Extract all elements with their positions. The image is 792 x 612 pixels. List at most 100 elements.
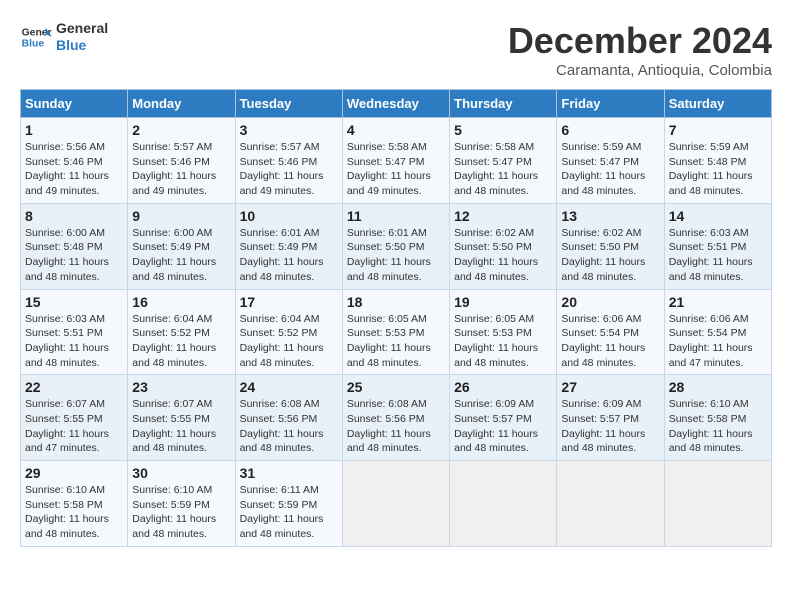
calendar-cell: 28 Sunrise: 6:10 AM Sunset: 5:58 PM Dayli…: [664, 375, 771, 461]
day-number: 12: [454, 208, 552, 224]
calendar-cell: 2 Sunrise: 5:57 AM Sunset: 5:46 PM Daylig…: [128, 118, 235, 204]
calendar-cell: 7 Sunrise: 5:59 AM Sunset: 5:48 PM Daylig…: [664, 118, 771, 204]
calendar-cell: 26 Sunrise: 6:09 AM Sunset: 5:57 PM Dayli…: [450, 375, 557, 461]
calendar-week-1: 1 Sunrise: 5:56 AM Sunset: 5:46 PM Daylig…: [21, 118, 772, 204]
calendar-cell: 13 Sunrise: 6:02 AM Sunset: 5:50 PM Dayli…: [557, 203, 664, 289]
calendar-cell: 18 Sunrise: 6:05 AM Sunset: 5:53 PM Dayli…: [342, 289, 449, 375]
day-number: 16: [132, 294, 230, 310]
calendar-cell: 16 Sunrise: 6:04 AM Sunset: 5:52 PM Dayli…: [128, 289, 235, 375]
calendar-cell: [664, 461, 771, 547]
day-info: Sunrise: 6:11 AM Sunset: 5:59 PM Dayligh…: [240, 483, 338, 542]
calendar-header-row: SundayMondayTuesdayWednesdayThursdayFrid…: [21, 90, 772, 118]
calendar-week-4: 22 Sunrise: 6:07 AM Sunset: 5:55 PM Dayli…: [21, 375, 772, 461]
column-header-saturday: Saturday: [664, 90, 771, 118]
day-number: 13: [561, 208, 659, 224]
day-info: Sunrise: 5:59 AM Sunset: 5:47 PM Dayligh…: [561, 140, 659, 199]
title-block: December 2024 Caramanta, Antioquia, Colo…: [508, 20, 772, 79]
logo-blue: Blue: [56, 37, 108, 54]
day-info: Sunrise: 6:02 AM Sunset: 5:50 PM Dayligh…: [454, 226, 552, 285]
day-info: Sunrise: 6:01 AM Sunset: 5:50 PM Dayligh…: [347, 226, 445, 285]
day-number: 23: [132, 379, 230, 395]
day-number: 31: [240, 465, 338, 481]
calendar-cell: 21 Sunrise: 6:06 AM Sunset: 5:54 PM Dayli…: [664, 289, 771, 375]
day-number: 10: [240, 208, 338, 224]
calendar-cell: 8Sunrise: 6:00 AM Sunset: 5:48 PM Daylig…: [21, 203, 128, 289]
day-number: 29: [25, 465, 123, 481]
calendar-cell: 31 Sunrise: 6:11 AM Sunset: 5:59 PM Dayli…: [235, 461, 342, 547]
day-info: Sunrise: 6:06 AM Sunset: 5:54 PM Dayligh…: [669, 312, 767, 371]
calendar-cell: 25Sunrise: 6:08 AM Sunset: 5:56 PM Dayli…: [342, 375, 449, 461]
calendar-cell: 15Sunrise: 6:03 AM Sunset: 5:51 PM Dayli…: [21, 289, 128, 375]
day-number: 26: [454, 379, 552, 395]
day-info: Sunrise: 6:10 AM Sunset: 5:58 PM Dayligh…: [25, 483, 123, 542]
day-number: 27: [561, 379, 659, 395]
day-number: 11: [347, 208, 445, 224]
day-info: Sunrise: 6:10 AM Sunset: 5:58 PM Dayligh…: [669, 397, 767, 456]
calendar-week-5: 29 Sunrise: 6:10 AM Sunset: 5:58 PM Dayli…: [21, 461, 772, 547]
day-number: 6: [561, 122, 659, 138]
day-number: 18: [347, 294, 445, 310]
day-info: Sunrise: 6:05 AM Sunset: 5:53 PM Dayligh…: [347, 312, 445, 371]
day-info: Sunrise: 6:08 AM Sunset: 5:56 PM Dayligh…: [347, 397, 445, 456]
day-number: 2: [132, 122, 230, 138]
day-info: Sunrise: 6:04 AM Sunset: 5:52 PM Dayligh…: [132, 312, 230, 371]
location-subtitle: Caramanta, Antioquia, Colombia: [508, 62, 772, 79]
day-info: Sunrise: 6:07 AM Sunset: 5:55 PM Dayligh…: [25, 397, 123, 456]
day-info: Sunrise: 6:02 AM Sunset: 5:50 PM Dayligh…: [561, 226, 659, 285]
calendar-week-2: 8Sunrise: 6:00 AM Sunset: 5:48 PM Daylig…: [21, 203, 772, 289]
calendar-cell: [450, 461, 557, 547]
day-number: 19: [454, 294, 552, 310]
svg-text:Blue: Blue: [22, 38, 45, 49]
day-info: Sunrise: 6:09 AM Sunset: 5:57 PM Dayligh…: [561, 397, 659, 456]
day-number: 30: [132, 465, 230, 481]
calendar-cell: 27 Sunrise: 6:09 AM Sunset: 5:57 PM Dayli…: [557, 375, 664, 461]
day-number: 14: [669, 208, 767, 224]
day-info: Sunrise: 6:09 AM Sunset: 5:57 PM Dayligh…: [454, 397, 552, 456]
day-info: Sunrise: 6:06 AM Sunset: 5:54 PM Dayligh…: [561, 312, 659, 371]
calendar-cell: 30 Sunrise: 6:10 AM Sunset: 5:59 PM Dayli…: [128, 461, 235, 547]
day-number: 9: [132, 208, 230, 224]
logo: General Blue General Blue: [20, 20, 108, 54]
day-number: 5: [454, 122, 552, 138]
column-header-monday: Monday: [128, 90, 235, 118]
day-info: Sunrise: 6:03 AM Sunset: 5:51 PM Dayligh…: [25, 312, 123, 371]
calendar-cell: 11 Sunrise: 6:01 AM Sunset: 5:50 PM Dayli…: [342, 203, 449, 289]
day-info: Sunrise: 6:01 AM Sunset: 5:49 PM Dayligh…: [240, 226, 338, 285]
day-number: 28: [669, 379, 767, 395]
calendar-table: SundayMondayTuesdayWednesdayThursdayFrid…: [20, 89, 772, 547]
day-number: 17: [240, 294, 338, 310]
day-info: Sunrise: 5:59 AM Sunset: 5:48 PM Dayligh…: [669, 140, 767, 199]
day-info: Sunrise: 6:07 AM Sunset: 5:55 PM Dayligh…: [132, 397, 230, 456]
day-number: 22: [25, 379, 123, 395]
day-number: 4: [347, 122, 445, 138]
calendar-cell: 12 Sunrise: 6:02 AM Sunset: 5:50 PM Dayli…: [450, 203, 557, 289]
day-number: 8: [25, 208, 123, 224]
day-number: 24: [240, 379, 338, 395]
calendar-cell: 5 Sunrise: 5:58 AM Sunset: 5:47 PM Daylig…: [450, 118, 557, 204]
day-info: Sunrise: 5:56 AM Sunset: 5:46 PM Dayligh…: [25, 140, 123, 199]
day-number: 7: [669, 122, 767, 138]
calendar-cell: 17 Sunrise: 6:04 AM Sunset: 5:52 PM Dayli…: [235, 289, 342, 375]
day-info: Sunrise: 5:57 AM Sunset: 5:46 PM Dayligh…: [132, 140, 230, 199]
calendar-cell: 23 Sunrise: 6:07 AM Sunset: 5:55 PM Dayli…: [128, 375, 235, 461]
calendar-cell: 9Sunrise: 6:00 AM Sunset: 5:49 PM Daylig…: [128, 203, 235, 289]
logo-icon: General Blue: [20, 21, 52, 53]
day-info: Sunrise: 6:05 AM Sunset: 5:53 PM Dayligh…: [454, 312, 552, 371]
day-info: Sunrise: 6:04 AM Sunset: 5:52 PM Dayligh…: [240, 312, 338, 371]
calendar-cell: 19 Sunrise: 6:05 AM Sunset: 5:53 PM Dayli…: [450, 289, 557, 375]
day-info: Sunrise: 5:58 AM Sunset: 5:47 PM Dayligh…: [454, 140, 552, 199]
month-title: December 2024: [508, 20, 772, 62]
calendar-cell: 1 Sunrise: 5:56 AM Sunset: 5:46 PM Daylig…: [21, 118, 128, 204]
day-number: 21: [669, 294, 767, 310]
day-number: 3: [240, 122, 338, 138]
page-header: General Blue General Blue December 2024 …: [20, 20, 772, 79]
calendar-cell: [557, 461, 664, 547]
column-header-sunday: Sunday: [21, 90, 128, 118]
day-number: 20: [561, 294, 659, 310]
calendar-cell: 4Sunrise: 5:58 AM Sunset: 5:47 PM Daylig…: [342, 118, 449, 204]
calendar-cell: 6 Sunrise: 5:59 AM Sunset: 5:47 PM Daylig…: [557, 118, 664, 204]
column-header-friday: Friday: [557, 90, 664, 118]
day-number: 1: [25, 122, 123, 138]
day-info: Sunrise: 6:10 AM Sunset: 5:59 PM Dayligh…: [132, 483, 230, 542]
calendar-cell: 10 Sunrise: 6:01 AM Sunset: 5:49 PM Dayli…: [235, 203, 342, 289]
